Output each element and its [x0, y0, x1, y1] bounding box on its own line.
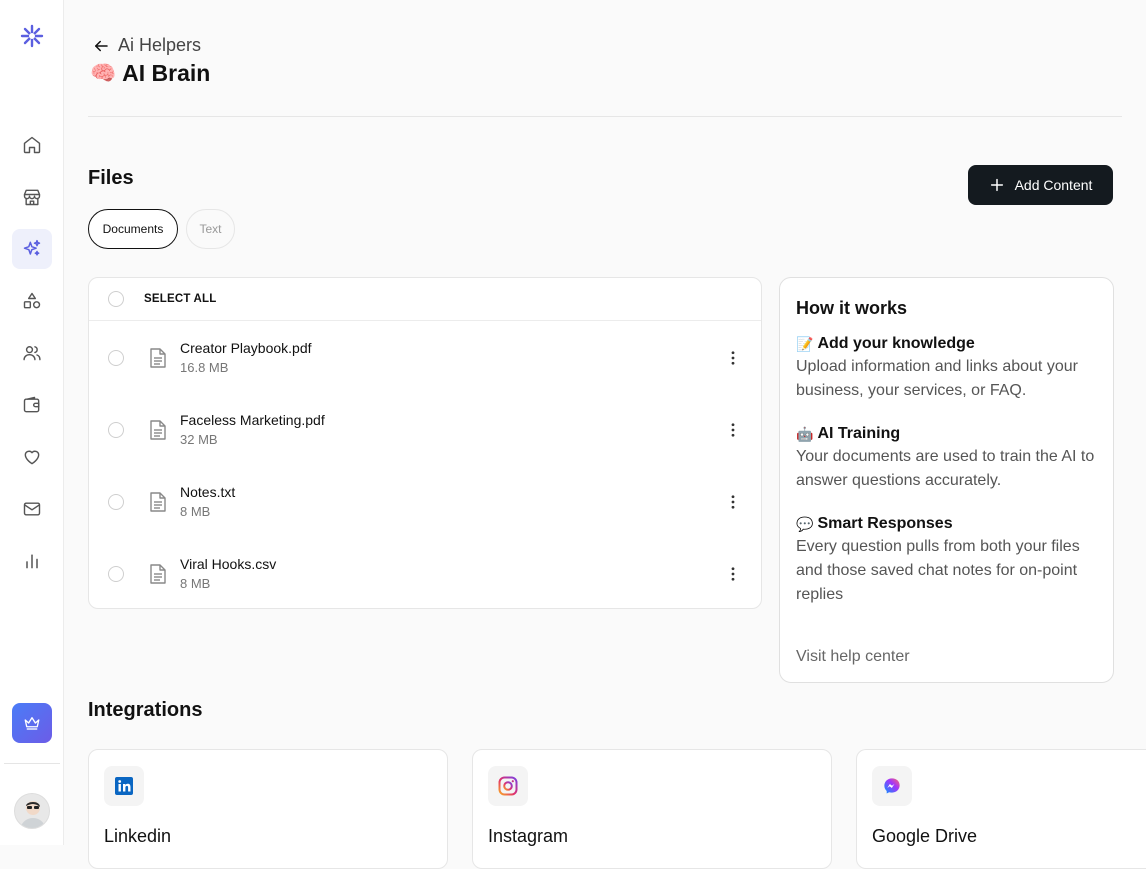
file-size: 32 MB [180, 432, 218, 447]
select-all-label: SELECT ALL [144, 293, 217, 305]
robot-icon: 🤖 [796, 425, 814, 442]
file-checkbox[interactable] [108, 566, 124, 582]
file-size: 8 MB [180, 576, 211, 591]
how-step: 📝 Add your knowledge Upload information a… [796, 335, 1097, 403]
sidebar-item-mail[interactable] [12, 489, 52, 529]
instagram-icon [488, 766, 528, 806]
sidebar-item-analytics[interactable] [12, 541, 52, 581]
page-title-text: AI Brain [122, 60, 211, 86]
how-it-works-title: How it works [796, 298, 908, 318]
wallet-icon [23, 396, 40, 413]
document-icon [150, 420, 166, 440]
step-title: Smart Responses [817, 515, 953, 532]
more-options-icon[interactable] [725, 492, 741, 512]
back-label: Ai Helpers [118, 35, 202, 55]
mail-icon [23, 502, 41, 516]
header-divider [88, 116, 1122, 117]
step-text: Your documents are used to train the AI … [796, 448, 1095, 489]
sidebar-item-favorites[interactable] [12, 437, 52, 477]
integration-name: Google Drive [872, 826, 978, 846]
help-center-link[interactable]: Visit help center [796, 648, 910, 666]
step-text: Upload information and links about your … [796, 358, 1078, 399]
home-icon [23, 136, 41, 154]
brain-emoji: 🧠 [90, 61, 117, 85]
linkedin-icon [104, 766, 144, 806]
how-step: 🤖 AI Training Your documents are used to … [796, 425, 1097, 493]
integration-card-instagram[interactable]: Instagram [472, 749, 832, 869]
main-content: Ai Helpers 🧠 AI Brain Files Add Content … [64, 0, 1146, 869]
file-row[interactable]: Faceless Marketing.pdf 32 MB [89, 394, 761, 466]
integration-name: Instagram [488, 826, 569, 846]
more-options-icon[interactable] [725, 564, 741, 584]
file-row[interactable]: Viral Hooks.csv 8 MB [89, 538, 761, 610]
messenger-icon [872, 766, 912, 806]
file-row[interactable]: Notes.txt 8 MB [89, 466, 761, 538]
file-checkbox[interactable] [108, 422, 124, 438]
document-icon [150, 492, 166, 512]
sidebar-item-home[interactable] [12, 125, 52, 165]
shapes-icon [23, 292, 41, 309]
file-name: Creator Playbook.pdf [180, 340, 312, 356]
files-list: SELECT ALL Creator Playbook.pdf 16.8 MB … [88, 277, 762, 609]
memo-icon: 📝 [796, 335, 814, 352]
integration-card-google-drive[interactable]: Google Drive [856, 749, 1146, 869]
more-options-icon[interactable] [725, 348, 741, 368]
add-content-label: Add Content [1014, 177, 1093, 193]
premium-button[interactable] [12, 703, 52, 743]
store-icon [23, 189, 41, 206]
how-it-works-card: How it works 📝 Add your knowledge Upload … [779, 277, 1114, 683]
integrations-title: Integrations [88, 699, 203, 721]
integration-card-linkedin[interactable]: Linkedin [88, 749, 448, 869]
file-name: Faceless Marketing.pdf [180, 412, 325, 428]
more-options-icon[interactable] [725, 420, 741, 440]
users-icon [23, 346, 41, 361]
step-text: Every question pulls from both your file… [796, 538, 1080, 603]
back-link[interactable]: Ai Helpers [92, 35, 201, 56]
file-size: 8 MB [180, 504, 211, 519]
file-name: Viral Hooks.csv [180, 556, 277, 572]
document-icon [150, 564, 166, 584]
how-step: 💬 Smart Responses Every question pulls fr… [796, 515, 1097, 607]
select-all-checkbox[interactable] [108, 291, 124, 307]
add-content-button[interactable]: Add Content [968, 165, 1113, 205]
arrow-left-icon [95, 40, 108, 51]
heart-icon [24, 450, 40, 465]
step-title: Add your knowledge [817, 335, 975, 352]
sidebar [0, 0, 64, 845]
step-title: AI Training [817, 425, 901, 442]
logo-icon[interactable] [20, 24, 44, 48]
integration-name: Linkedin [104, 826, 172, 846]
avatar[interactable] [14, 793, 50, 829]
plus-icon [990, 178, 1003, 192]
sidebar-item-store[interactable] [12, 177, 52, 217]
sparkles-icon [23, 239, 41, 256]
sidebar-item-wallet[interactable] [12, 385, 52, 425]
document-icon [150, 348, 166, 368]
file-name: Notes.txt [180, 484, 236, 500]
tab-documents[interactable]: Documents [88, 209, 178, 249]
file-row[interactable]: Creator Playbook.pdf 16.8 MB [89, 322, 761, 394]
crown-icon [24, 717, 40, 730]
sidebar-divider [4, 763, 60, 764]
tab-text[interactable]: Text [186, 209, 235, 249]
file-checkbox[interactable] [108, 494, 124, 510]
bar-chart-icon [26, 554, 38, 569]
files-title: Files [88, 167, 134, 189]
sidebar-item-ai[interactable] [12, 229, 52, 269]
sidebar-item-shapes[interactable] [12, 281, 52, 321]
page-title: 🧠 AI Brain [90, 60, 210, 87]
select-all-row: SELECT ALL [89, 278, 761, 321]
file-size: 16.8 MB [180, 360, 229, 375]
sidebar-item-users[interactable] [12, 333, 52, 373]
file-checkbox[interactable] [108, 350, 124, 366]
speech-bubble-icon: 💬 [796, 515, 814, 532]
